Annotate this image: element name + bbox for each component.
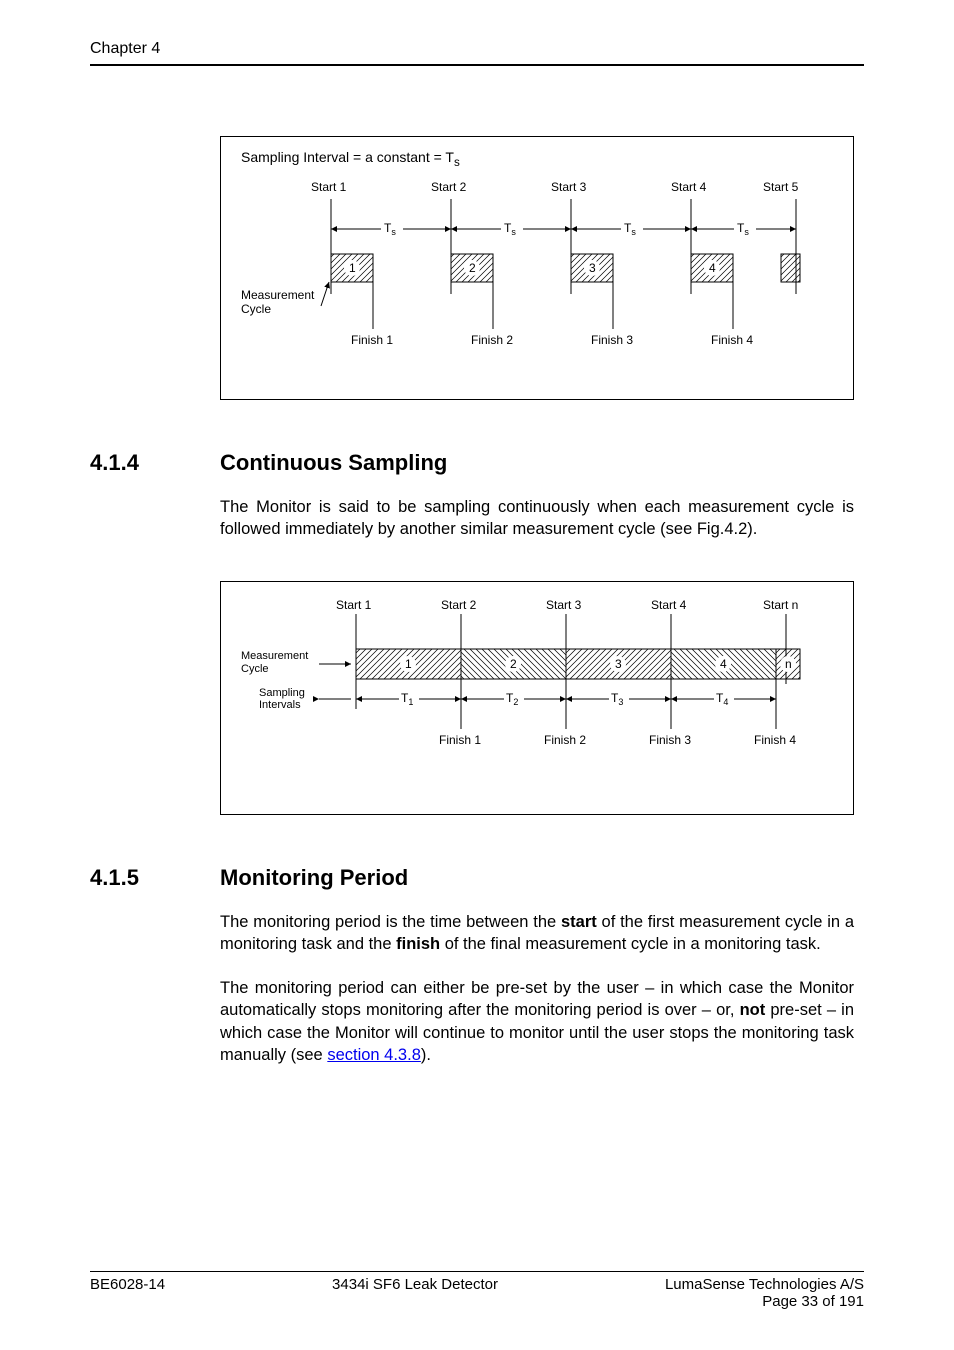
section-title: Continuous Sampling [220, 450, 447, 476]
sec-4-1-4-para: The Monitor is said to be sampling conti… [220, 496, 854, 541]
svg-text:Finish 3: Finish 3 [649, 733, 691, 747]
svg-text:Start 3: Start 3 [546, 598, 582, 612]
svg-text:Measurement: Measurement [241, 650, 308, 662]
svg-text:Intervals: Intervals [259, 699, 301, 711]
footer-left: BE6028-14 [90, 1276, 165, 1310]
svg-text:1: 1 [405, 657, 412, 671]
svg-text:Finish 2: Finish 2 [471, 333, 513, 347]
svg-text:Start 3: Start 3 [551, 180, 587, 194]
svg-text:Start 1: Start 1 [336, 598, 372, 612]
sec-4-1-5-para2: The monitoring period can either be pre-… [220, 977, 854, 1066]
section-4-1-4-heading: 4.1.4 Continuous Sampling [90, 450, 864, 476]
svg-text:Start 2: Start 2 [431, 180, 467, 194]
svg-text:Finish 4: Finish 4 [754, 733, 796, 747]
fig2-svg: Start 1 Start 2 Start 3 Start 4 Start n … [241, 594, 801, 769]
svg-text:Start 1: Start 1 [311, 180, 347, 194]
header-rule [90, 64, 864, 66]
sec-4-1-5-para1: The monitoring period is the time betwee… [220, 911, 854, 956]
fig1-caption: Sampling Interval = a constant = Ts [241, 149, 833, 169]
svg-text:Sampling: Sampling [259, 687, 305, 699]
svg-text:n: n [785, 657, 792, 671]
section-4-1-5-heading: 4.1.5 Monitoring Period [90, 865, 864, 891]
svg-text:Finish 4: Finish 4 [711, 333, 753, 347]
running-header: Chapter 4 [90, 40, 864, 58]
section-title: Monitoring Period [220, 865, 408, 891]
svg-text:2: 2 [510, 657, 517, 671]
page-footer: BE6028-14 3434i SF6 Leak Detector LumaSe… [90, 1271, 864, 1310]
svg-text:Measurement: Measurement [241, 288, 315, 302]
svg-text:Start 5: Start 5 [763, 180, 799, 194]
figure-sampling-interval: Sampling Interval = a constant = Ts [220, 136, 854, 400]
svg-text:4: 4 [720, 657, 727, 671]
svg-text:Cycle: Cycle [241, 302, 271, 316]
section-number: 4.1.5 [90, 865, 220, 891]
svg-text:Finish 3: Finish 3 [591, 333, 633, 347]
footer-right-line2: Page 33 of 191 [762, 1293, 864, 1310]
svg-text:3: 3 [589, 261, 596, 275]
svg-text:3: 3 [615, 657, 622, 671]
svg-text:Finish 1: Finish 1 [351, 333, 393, 347]
svg-text:Start n: Start n [763, 598, 798, 612]
svg-text:Start 4: Start 4 [651, 598, 687, 612]
link-section-4-3-8[interactable]: section 4.3.8 [327, 1046, 421, 1064]
svg-text:Cycle: Cycle [241, 663, 269, 675]
svg-text:2: 2 [469, 261, 476, 275]
footer-right-line1: LumaSense Technologies A/S [665, 1276, 864, 1293]
section-number: 4.1.4 [90, 450, 220, 476]
svg-text:4: 4 [709, 261, 716, 275]
svg-text:Finish 2: Finish 2 [544, 733, 586, 747]
svg-text:Finish 1: Finish 1 [439, 733, 481, 747]
svg-text:Start 2: Start 2 [441, 598, 477, 612]
svg-text:1: 1 [349, 261, 356, 275]
figure-continuous-sampling: Start 1 Start 2 Start 3 Start 4 Start n … [220, 581, 854, 815]
fig1-svg: Start 1 Start 2 Start 3 Start 4 Start 5 … [241, 179, 801, 364]
footer-center: 3434i SF6 Leak Detector [332, 1276, 498, 1310]
svg-text:Start 4: Start 4 [671, 180, 707, 194]
